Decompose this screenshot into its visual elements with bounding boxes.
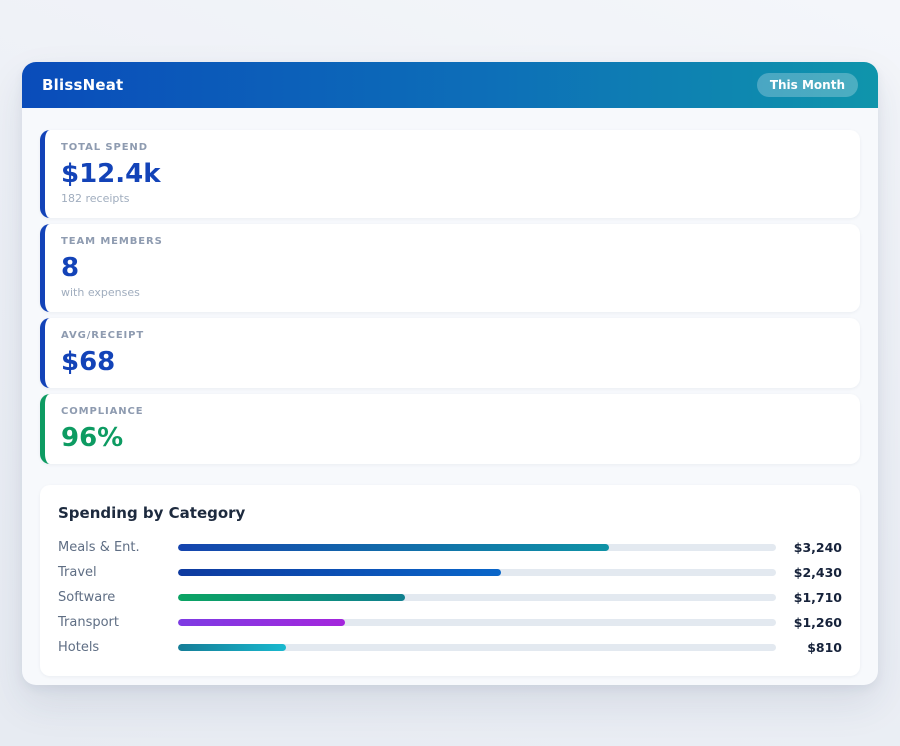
main-content: TOTAL SPEND $12.4k 182 receipts TEAM MEM…	[22, 108, 878, 685]
chart-row: Meals & Ent. $3,240	[58, 535, 842, 560]
bar-track	[178, 619, 776, 626]
chart-row: Travel $2,430	[58, 560, 842, 585]
amount-value: $1,260	[776, 615, 842, 630]
chart-row: Transport $1,260	[58, 610, 842, 635]
stat-label: AVG/RECEIPT	[61, 330, 844, 342]
amount-value: $3,240	[776, 540, 842, 555]
amount-value: $2,430	[776, 565, 842, 580]
bar-track	[178, 569, 776, 576]
amount-value: $810	[776, 640, 842, 655]
bar-track	[178, 644, 776, 651]
category-label: Travel	[58, 565, 178, 580]
bar-fill	[178, 619, 345, 626]
bar-fill	[178, 594, 405, 601]
app-header: BlissNeat This Month	[22, 62, 878, 108]
stat-label: TOTAL SPEND	[61, 142, 844, 154]
category-label: Hotels	[58, 640, 178, 655]
period-badge[interactable]: This Month	[757, 73, 858, 97]
spending-by-category-card: Spending by Category Meals & Ent. $3,240…	[40, 485, 860, 676]
stat-value: $68	[61, 348, 844, 376]
stat-value: 8	[61, 254, 844, 282]
chart-row: Software $1,710	[58, 585, 842, 610]
stat-value: $12.4k	[61, 160, 844, 188]
category-label: Transport	[58, 615, 178, 630]
stat-card-compliance: COMPLIANCE 96%	[40, 394, 860, 464]
chart-title: Spending by Category	[58, 505, 842, 521]
bar-fill	[178, 544, 609, 551]
stat-card-total-spend: TOTAL SPEND $12.4k 182 receipts	[40, 130, 860, 218]
category-label: Meals & Ent.	[58, 540, 178, 555]
stat-sub: with expenses	[61, 286, 844, 300]
stat-value: 96%	[61, 424, 844, 452]
stat-card-team-members: TEAM MEMBERS 8 with expenses	[40, 224, 860, 312]
bar-track	[178, 594, 776, 601]
category-label: Software	[58, 590, 178, 605]
bar-fill	[178, 569, 501, 576]
chart-row: Hotels $810	[58, 635, 842, 660]
amount-value: $1,710	[776, 590, 842, 605]
stat-label: TEAM MEMBERS	[61, 236, 844, 248]
stat-sub: 182 receipts	[61, 192, 844, 206]
stat-card-avg-receipt: AVG/RECEIPT $68	[40, 318, 860, 388]
app-container: BlissNeat This Month TOTAL SPEND $12.4k …	[22, 62, 878, 685]
chart-rows: Meals & Ent. $3,240 Travel $2,430 Softwa…	[58, 535, 842, 660]
bar-fill	[178, 644, 286, 651]
bar-track	[178, 544, 776, 551]
app-title: BlissNeat	[42, 76, 123, 94]
stat-label: COMPLIANCE	[61, 406, 844, 418]
